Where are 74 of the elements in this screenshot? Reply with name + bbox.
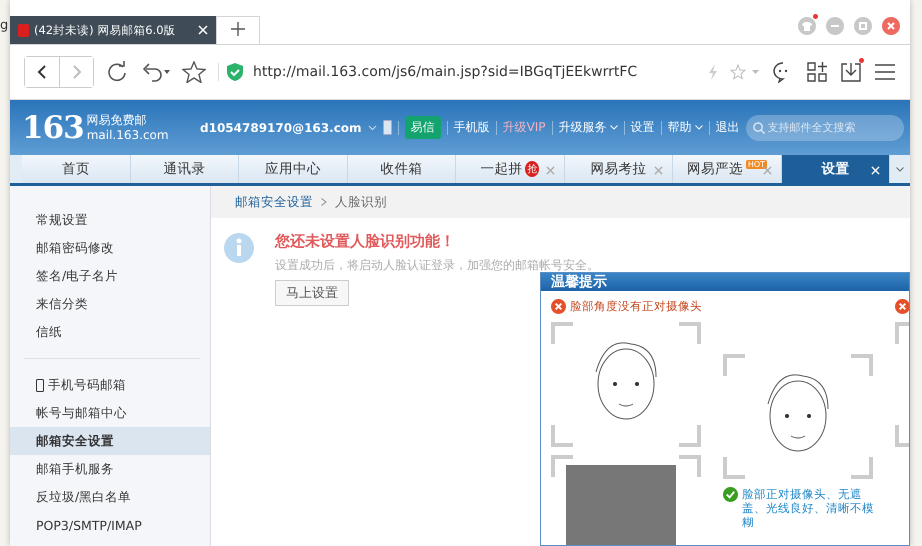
sidebar-item[interactable]: 邮箱密码修改 (10, 234, 210, 262)
address-field[interactable]: http://mail.163.com/js6/main.jsp?sid=IBGqTjEEkwrrtFC (218, 63, 696, 81)
reload-icon[interactable] (106, 61, 128, 83)
chevron-down-icon[interactable] (368, 124, 377, 130)
breadcrumb-current: 人脸识别 (335, 194, 387, 210)
sidebar-item[interactable]: 邮箱安全设置 (10, 427, 210, 455)
header-link[interactable]: 设置 (630, 119, 655, 136)
shirt-icon (802, 22, 812, 30)
search-icon (752, 122, 765, 134)
header-link[interactable]: 帮助 (668, 119, 703, 136)
shield-icon (227, 63, 243, 81)
breadcrumb-link[interactable]: 邮箱安全设置 (235, 194, 313, 210)
tab-badge: 抢 (525, 161, 540, 177)
tab-badge: HOT (746, 160, 768, 169)
sidebar-item[interactable]: POP3/SMTP/IMAP (10, 511, 210, 539)
minimize-icon (831, 25, 839, 27)
notice-title: 您还未设置人脸识别功能！ (275, 232, 455, 251)
tip-text: 脸部角度没有正对摄像头 (551, 299, 713, 314)
tip-text: 脸部正对摄像头、无遮盖、光线良好、清晰不模糊 (723, 487, 885, 529)
nav-tab[interactable]: 收件箱 (348, 155, 456, 183)
logo-number: 163 (22, 110, 84, 146)
background-window-text: g (0, 17, 10, 35)
sidebar-item[interactable]: 来信分类 (10, 290, 210, 318)
chevron-left-icon (37, 65, 47, 79)
logo-name: 网易免费邮 (86, 112, 148, 128)
nav-tab[interactable]: 通讯录 (130, 155, 240, 183)
chevron-down-icon (896, 166, 904, 172)
chevron-right-icon (321, 198, 327, 206)
nav-tab[interactable]: 设置 (782, 155, 890, 183)
undo-icon[interactable] (140, 61, 170, 83)
sidebar-item[interactable]: 签名/电子名片 (10, 262, 210, 290)
sidebar-item[interactable]: 手机号码邮箱 (10, 371, 210, 399)
close-icon (887, 22, 895, 30)
skin-button[interactable] (798, 17, 816, 35)
info-icon (223, 232, 255, 264)
nav-tab[interactable]: 首页 (22, 155, 131, 183)
chevron-down-icon (694, 125, 703, 130)
sidebar-item[interactable]: 邮箱手机服务 (10, 455, 210, 483)
nav-tab[interactable]: 网易严选 HOT (673, 155, 782, 183)
check-icon (723, 487, 738, 502)
plus-icon (231, 22, 245, 36)
dialog-title: 温馨提示 (541, 273, 909, 291)
minimize-button[interactable] (826, 17, 844, 35)
maximize-button[interactable] (854, 17, 872, 35)
browser-tab[interactable]: (42封未读) 网易邮箱6.0版 (10, 16, 216, 44)
notice-text: 设置成功后，将启动人脸认证登录，加强您的邮箱帐号安全。 (275, 257, 599, 274)
logo-domain: mail.163.com (86, 128, 169, 142)
close-button[interactable] (882, 17, 900, 35)
mail-favicon-icon (18, 24, 29, 36)
sidebar-item[interactable]: 常规设置 (10, 206, 210, 234)
header-link[interactable]: 升级服务 (558, 119, 618, 136)
error-icon (551, 299, 566, 314)
header-link[interactable]: 手机版 (454, 119, 490, 136)
maximize-icon (859, 22, 867, 30)
download-icon[interactable] (840, 61, 862, 83)
sidebar-item[interactable]: 信纸 (10, 318, 210, 346)
lightning-icon[interactable] (708, 64, 718, 80)
sidebar-item[interactable]: 反垃圾/黑白名单 (10, 483, 210, 511)
account-address[interactable]: d1054789170@163.com (200, 120, 362, 134)
star-icon[interactable] (182, 61, 206, 83)
setup-button[interactable]: 马上设置 (275, 280, 349, 306)
chevron-down-icon (610, 125, 618, 130)
apps-add-icon[interactable] (806, 61, 828, 83)
chevron-right-icon (72, 65, 82, 79)
nav-tab[interactable]: 网易考拉 (564, 155, 674, 183)
new-tab-button[interactable] (216, 16, 260, 44)
sidebar-item[interactable]: 帐号与邮箱中心 (10, 399, 210, 427)
nav-tab[interactable]: 一起拼 抢 (456, 155, 565, 183)
phone-icon[interactable] (382, 120, 392, 135)
nav-tab[interactable]: 应用中心 (239, 155, 348, 183)
phone-icon (36, 378, 44, 392)
header-link[interactable]: 退出 (716, 119, 740, 136)
favorite-star-icon[interactable] (730, 64, 760, 80)
menu-icon[interactable] (874, 63, 896, 81)
